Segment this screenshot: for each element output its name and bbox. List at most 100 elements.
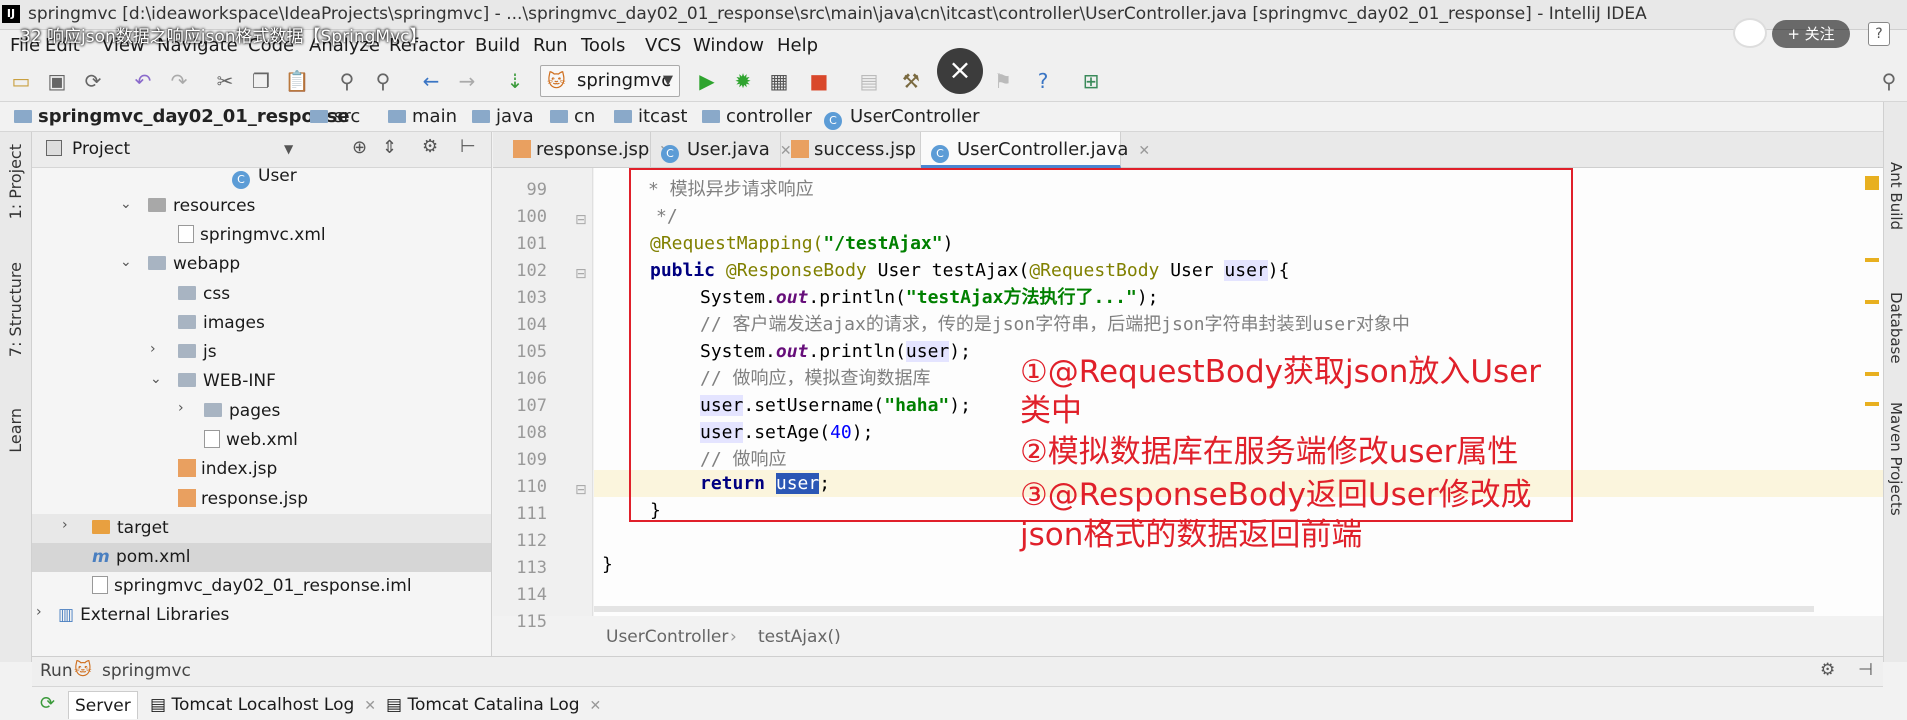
tab-server[interactable]: Server xyxy=(68,691,138,719)
tree-item-webapp[interactable]: webapp xyxy=(148,250,240,279)
tree-item-response-jsp[interactable]: response.jsp xyxy=(178,485,308,514)
hide-panel-icon[interactable]: ⊢ xyxy=(460,136,476,157)
cut-icon[interactable]: ✂ xyxy=(212,68,238,94)
chevron-down-icon[interactable]: ⌄ xyxy=(120,196,132,212)
hide-panel-icon[interactable]: ⊣ xyxy=(1858,660,1873,680)
settings-wrench-icon[interactable]: ⚒ xyxy=(898,68,924,94)
crumb-java[interactable]: java xyxy=(472,106,534,127)
occurrence-marker[interactable] xyxy=(1865,402,1879,406)
tree-item-resources[interactable]: resources xyxy=(148,192,255,221)
run-config-dropdown[interactable]: 🐱 springmvc ▼ xyxy=(540,65,680,97)
crumb-src[interactable]: src xyxy=(310,106,360,127)
code-crumb-class[interactable]: UserController xyxy=(606,622,728,652)
tree-item-js[interactable]: js xyxy=(178,338,217,367)
back-icon[interactable]: ← xyxy=(418,68,444,94)
menu-help[interactable]: Help xyxy=(777,35,818,56)
fold-icon[interactable]: ⊟ xyxy=(575,266,587,282)
tree-item-external-libraries[interactable]: ▥ External Libraries xyxy=(58,601,229,630)
close-icon[interactable]: ✕ xyxy=(590,698,602,714)
tab-learn-tool[interactable]: Learn xyxy=(6,408,25,453)
gear-icon[interactable]: ⚙ xyxy=(422,136,438,157)
tree-item-web-xml[interactable]: web.xml xyxy=(204,426,298,455)
menu-window[interactable]: Window xyxy=(693,35,764,56)
uploader-avatar[interactable] xyxy=(1733,18,1767,48)
menu-tools[interactable]: Tools xyxy=(581,35,625,56)
tree-item-iml[interactable]: springmvc_day02_01_response.iml xyxy=(92,572,412,601)
tab-ant-build[interactable]: Ant Build xyxy=(1887,162,1905,230)
tree-item-images[interactable]: images xyxy=(178,309,265,338)
tab-project-tool[interactable]: 1: Project xyxy=(6,144,25,219)
run-icon[interactable]: ▶ xyxy=(694,68,720,94)
structure-icon[interactable]: ⊞ xyxy=(1078,68,1104,94)
tab-tomcat-localhost-log[interactable]: ▤ Tomcat Localhost Log ✕ xyxy=(144,691,382,719)
tab-tomcat-catalina-log[interactable]: ▤ Tomcat Catalina Log ✕ xyxy=(380,691,607,719)
horizontal-scrollbar[interactable] xyxy=(594,606,1814,612)
crumb-project[interactable]: springmvc_day02_01_response xyxy=(14,106,350,127)
occurrence-marker[interactable] xyxy=(1865,258,1879,262)
forward-icon[interactable]: → xyxy=(454,68,480,94)
occurrence-marker[interactable] xyxy=(1865,372,1879,376)
tree-item-web-inf[interactable]: WEB-INF xyxy=(178,367,276,396)
tree-item-target[interactable]: target xyxy=(92,514,169,543)
coverage-icon[interactable]: ▦ xyxy=(766,68,792,94)
collapse-icon[interactable]: ⇕ xyxy=(382,137,397,158)
search-everywhere-icon[interactable]: ⚲ xyxy=(1876,68,1902,94)
debug-icon[interactable]: ✹ xyxy=(730,68,756,94)
stop-icon[interactable]: ■ xyxy=(806,68,832,94)
redo-icon[interactable]: ↷ xyxy=(166,68,192,94)
fold-icon[interactable]: ⊟ xyxy=(575,212,587,228)
tab-structure-tool[interactable]: 7: Structure xyxy=(6,262,25,357)
tab-response-jsp[interactable]: response.jsp✕ xyxy=(503,132,671,168)
build-icon[interactable]: ⇣ xyxy=(502,68,528,94)
occurrence-marker[interactable] xyxy=(1865,300,1879,304)
tab-user-java[interactable]: C User.java ✕ xyxy=(651,132,792,168)
chevron-down-icon[interactable]: ⌄ xyxy=(120,254,132,270)
gear-icon[interactable]: ⚙ xyxy=(1820,660,1835,680)
chevron-right-icon[interactable]: › xyxy=(150,341,156,357)
chevron-right-icon[interactable]: › xyxy=(36,604,42,620)
help-toolbar-icon[interactable]: ? xyxy=(1030,68,1056,94)
warning-marker[interactable] xyxy=(1865,176,1879,190)
tree-item-css[interactable]: css xyxy=(178,280,230,309)
tab-success-jsp[interactable]: success.jsp✕ xyxy=(781,132,938,168)
crumb-cn[interactable]: cn xyxy=(550,106,595,127)
sync-icon[interactable]: ⟳ xyxy=(80,68,106,94)
menu-build[interactable]: Build xyxy=(475,35,520,56)
tree-item-springmvc-xml[interactable]: springmvc.xml xyxy=(178,221,326,250)
tree-item-index-jsp[interactable]: index.jsp xyxy=(178,455,277,484)
tab-maven-projects[interactable]: Maven Projects xyxy=(1887,402,1905,516)
tree-item-pages[interactable]: pages xyxy=(204,397,280,426)
close-icon[interactable]: ✕ xyxy=(1138,143,1150,159)
menu-vcs[interactable]: VCS xyxy=(645,35,681,56)
sdk-icon[interactable]: ⚑ xyxy=(990,68,1016,94)
open-folder-icon[interactable]: ▭ xyxy=(8,68,34,94)
deploy-icon[interactable]: ▤ xyxy=(856,68,882,94)
copy-icon[interactable]: ❐ xyxy=(248,68,274,94)
chevron-right-icon[interactable]: › xyxy=(178,400,184,416)
chevron-down-icon[interactable]: ⌄ xyxy=(150,371,162,387)
undo-icon[interactable]: ↶ xyxy=(130,68,156,94)
tab-usercontroller-java[interactable]: C UserController.java ✕ xyxy=(921,132,1150,168)
follow-button[interactable]: + 关注 xyxy=(1772,20,1850,48)
paste-icon[interactable]: 📋 xyxy=(284,68,310,94)
crumb-itcast[interactable]: itcast xyxy=(614,106,687,127)
fold-icon[interactable]: ⊟ xyxy=(575,482,587,498)
close-icon[interactable]: ✕ xyxy=(364,698,376,714)
save-icon[interactable]: ▣ xyxy=(44,68,70,94)
tree-item-user[interactable]: C User xyxy=(232,162,297,191)
close-overlay-button[interactable]: × xyxy=(937,48,983,94)
code-crumb-method[interactable]: testAjax() xyxy=(758,622,841,652)
crumb-controller[interactable]: controller xyxy=(702,106,812,127)
rerun-icon[interactable]: ⟳ xyxy=(40,693,55,714)
find-icon[interactable]: ⚲ xyxy=(334,68,360,94)
target-icon[interactable]: ⊕ xyxy=(352,137,367,158)
help-icon[interactable]: ? xyxy=(1868,22,1890,46)
crumb-usercontroller[interactable]: C UserController xyxy=(824,106,980,130)
menu-run[interactable]: Run xyxy=(533,35,568,56)
crumb-main[interactable]: main xyxy=(388,106,457,127)
tree-item-pom-xml[interactable]: m pom.xml xyxy=(92,543,191,572)
replace-icon[interactable]: ⚲ xyxy=(370,68,396,94)
tab-database[interactable]: Database xyxy=(1887,292,1905,364)
chevron-right-icon[interactable]: › xyxy=(62,517,68,533)
chevron-down-icon[interactable]: ▼ xyxy=(284,142,293,156)
